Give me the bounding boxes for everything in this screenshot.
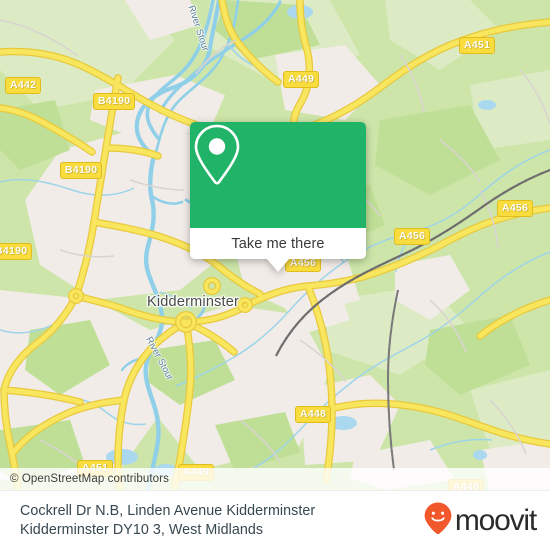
footer-bar: Cockrell Dr N.B, Linden Avenue Kiddermin… (0, 490, 550, 550)
take-me-there-label: Take me there (231, 235, 325, 252)
callout-header (190, 122, 366, 228)
map-screenshot: Kidderminster River Stour River Stour A4… (0, 0, 550, 550)
address-block: Cockrell Dr N.B, Linden Avenue Kiddermin… (20, 502, 315, 540)
map-callout-card[interactable]: Take me there (190, 122, 366, 272)
moovit-smiley-pin-icon (423, 501, 453, 540)
map-canvas[interactable]: Kidderminster River Stour River Stour A4… (0, 0, 550, 490)
osm-attribution-bar: © OpenStreetMap contributors (0, 468, 550, 490)
callout-action-bar[interactable]: Take me there (190, 228, 366, 272)
callout-tail-pointer (267, 259, 289, 272)
address-line-2: Kidderminster DY10 3, West Midlands (20, 521, 264, 538)
moovit-logo[interactable]: moovit (423, 501, 537, 540)
address-line-1: Cockrell Dr N.B, Linden Avenue Kiddermin… (20, 502, 316, 519)
osm-attribution-text: © OpenStreetMap contributors (10, 473, 169, 485)
moovit-wordmark: moovit (454, 503, 537, 537)
